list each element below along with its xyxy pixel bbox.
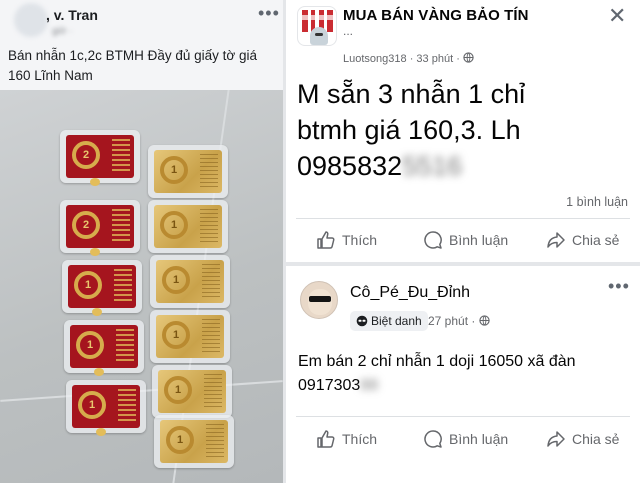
post-photo[interactable]: 2 2 1 1 1 1 1 1 1 1 1 bbox=[0, 90, 283, 483]
ring-card: 1 bbox=[148, 145, 228, 198]
thumbs-up-icon bbox=[317, 430, 335, 448]
ring-card: 1 bbox=[150, 255, 230, 308]
post-text-line: 09858325516 bbox=[297, 151, 463, 181]
author-avatar[interactable] bbox=[14, 3, 48, 37]
post-time[interactable]: 27 phút · bbox=[428, 314, 490, 328]
globe-icon bbox=[463, 52, 474, 63]
comment-button[interactable]: Bình luận bbox=[423, 230, 508, 250]
ring-card: 1 bbox=[66, 380, 146, 436]
comment-icon bbox=[424, 231, 442, 249]
ring-weight-label: 2 bbox=[82, 149, 90, 161]
group-subtitle: ... bbox=[343, 24, 354, 38]
post-text: Em bán 2 chỉ nhẫn 1 doji 16050 xã đàn 09… bbox=[298, 350, 628, 398]
globe-icon bbox=[479, 315, 490, 326]
ring-card: 1 bbox=[152, 365, 232, 418]
user-badge-icon bbox=[356, 315, 368, 327]
post-text-line: Em bán 2 chỉ nhẫn 1 doji 16050 xã đàn bbox=[298, 353, 576, 370]
post-time: giờ · bbox=[52, 26, 73, 37]
sunglasses-icon bbox=[309, 296, 331, 302]
left-post: , v. Tran giờ · ••• Bán nhẫn 1c,2c BTMH … bbox=[0, 0, 283, 483]
ring-weight-label: 1 bbox=[86, 339, 94, 351]
redacted-phone: 5516 bbox=[402, 151, 463, 181]
ring-card: 2 bbox=[60, 130, 140, 186]
share-button[interactable]: Chia sẻ bbox=[546, 230, 619, 250]
ring-weight-label: 1 bbox=[176, 434, 184, 446]
ring-card: 1 bbox=[148, 200, 228, 253]
divider bbox=[296, 218, 630, 219]
group-post: MUA BÁN VÀNG BẢO TÍN ... ✕ Luotsong318 ·… bbox=[286, 0, 640, 262]
more-options-button[interactable]: ••• bbox=[258, 3, 280, 24]
ring-weight-label: 1 bbox=[88, 399, 96, 411]
ring-card: 1 bbox=[150, 310, 230, 363]
ring-weight-label: 1 bbox=[170, 219, 178, 231]
post-meta: Luotsong318 · 33 phút · bbox=[343, 52, 474, 65]
share-icon bbox=[547, 431, 565, 447]
thumbs-up-icon bbox=[317, 231, 335, 249]
group-name[interactable]: MUA BÁN VÀNG BẢO TÍN bbox=[343, 7, 529, 24]
ring-weight-label: 1 bbox=[174, 384, 182, 396]
like-button[interactable]: Thích bbox=[316, 429, 377, 449]
author-name[interactable]: , v. Tran bbox=[46, 7, 98, 23]
post-text: M sẵn 3 nhẫn 1 chỉ btmh giá 160,3. Lh 09… bbox=[297, 76, 627, 184]
comment-button[interactable]: Bình luận bbox=[423, 429, 508, 449]
group-avatar[interactable] bbox=[297, 6, 337, 46]
ring-card: 1 bbox=[62, 260, 142, 316]
redacted-phone: 88 bbox=[360, 377, 379, 394]
comment-post: Cô_Pé_Đu_Đỉnh ••• Biệt danh 27 phút · Em… bbox=[286, 266, 640, 483]
more-options-button[interactable]: ••• bbox=[608, 276, 630, 297]
ring-weight-label: 2 bbox=[82, 219, 90, 231]
share-icon bbox=[547, 232, 565, 248]
ring-weight-label: 1 bbox=[172, 274, 180, 286]
comment-icon bbox=[424, 430, 442, 448]
comment-count-link[interactable]: 1 bình luận bbox=[566, 195, 628, 209]
post-text-line: 091730388 bbox=[298, 377, 379, 394]
divider bbox=[296, 416, 630, 417]
mascot-icon bbox=[310, 27, 328, 45]
nickname-badge[interactable]: Biệt danh bbox=[350, 311, 428, 331]
ring-card: 1 bbox=[64, 320, 144, 376]
close-icon[interactable]: ✕ bbox=[608, 5, 626, 27]
profile-avatar[interactable] bbox=[300, 281, 338, 319]
ring-weight-label: 1 bbox=[170, 164, 178, 176]
ring-card: 2 bbox=[60, 200, 140, 256]
profile-name[interactable]: Cô_Pé_Đu_Đỉnh bbox=[350, 284, 470, 302]
post-text-line: btmh giá 160,3. Lh bbox=[297, 115, 521, 145]
like-button[interactable]: Thích bbox=[316, 230, 377, 250]
ring-card: 1 bbox=[154, 415, 234, 468]
share-button[interactable]: Chia sẻ bbox=[546, 429, 619, 449]
ring-weight-label: 1 bbox=[172, 329, 180, 341]
poster-name[interactable]: Luotsong318 bbox=[343, 53, 407, 65]
post-time[interactable]: 33 phút bbox=[416, 53, 453, 65]
post-text: Bán nhẫn 1c,2c BTMH Đầy đủ giấy tờ giá 1… bbox=[8, 48, 257, 83]
ring-weight-label: 1 bbox=[84, 279, 92, 291]
post-text-line: M sẵn 3 nhẫn 1 chỉ bbox=[297, 79, 526, 109]
